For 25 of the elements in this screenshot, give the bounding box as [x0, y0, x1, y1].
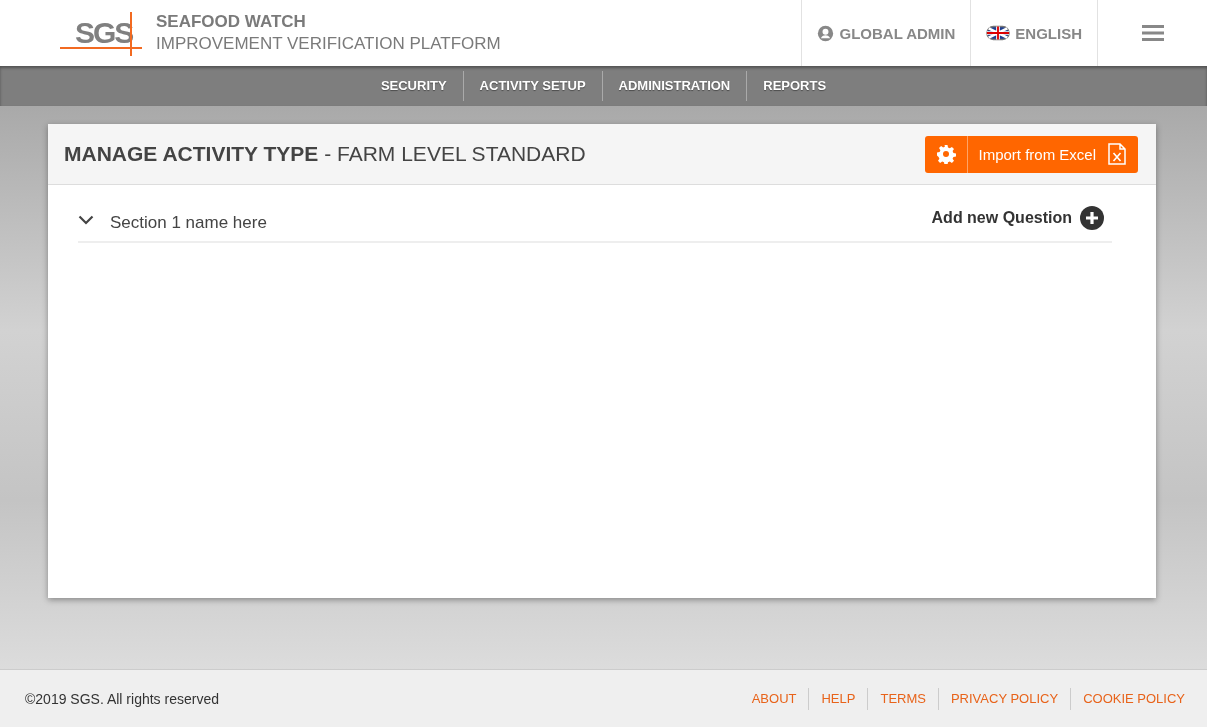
nav-link[interactable]: ADMINISTRATION: [601, 71, 747, 101]
user-icon: [817, 24, 835, 42]
nav-link[interactable]: SECURITY: [364, 71, 463, 101]
copyright-text: ©2019 SGS. All rights reserved: [25, 690, 219, 707]
add-question-button[interactable]: Add new Question: [931, 206, 1112, 230]
flag-icon: [986, 25, 1011, 41]
footer-link[interactable]: COOKIE POLICY: [1070, 687, 1185, 710]
settings-icon: [936, 144, 957, 164]
settings-button[interactable]: [925, 135, 969, 173]
nav-link[interactable]: REPORTS: [746, 71, 843, 101]
footer-link[interactable]: TERMS: [867, 687, 938, 710]
nav-link[interactable]: ACTIVITY SETUP: [462, 71, 602, 101]
footer-link[interactable]: HELP: [808, 687, 868, 710]
footer-link[interactable]: ABOUT: [739, 687, 809, 710]
section-toggle[interactable]: [78, 215, 94, 225]
footer-link[interactable]: PRIVACY POLICY: [937, 687, 1071, 710]
app-subtitle: IMPROVEMENT VERIFICATION PLATFORM: [156, 34, 501, 54]
section-name: Section 1 name here: [110, 211, 268, 233]
page-title: MANAGE ACTIVITY TYPE - FARM LEVEL STANDARD: [64, 142, 586, 166]
excel-file-icon: [1108, 143, 1126, 165]
import-button[interactable]: Import from Excel: [968, 135, 1138, 173]
plus-icon: [1080, 206, 1104, 230]
chevron-icon: [78, 215, 94, 225]
app-title: SEAFOOD WATCH: [156, 12, 307, 32]
menu-icon: [1141, 24, 1164, 42]
